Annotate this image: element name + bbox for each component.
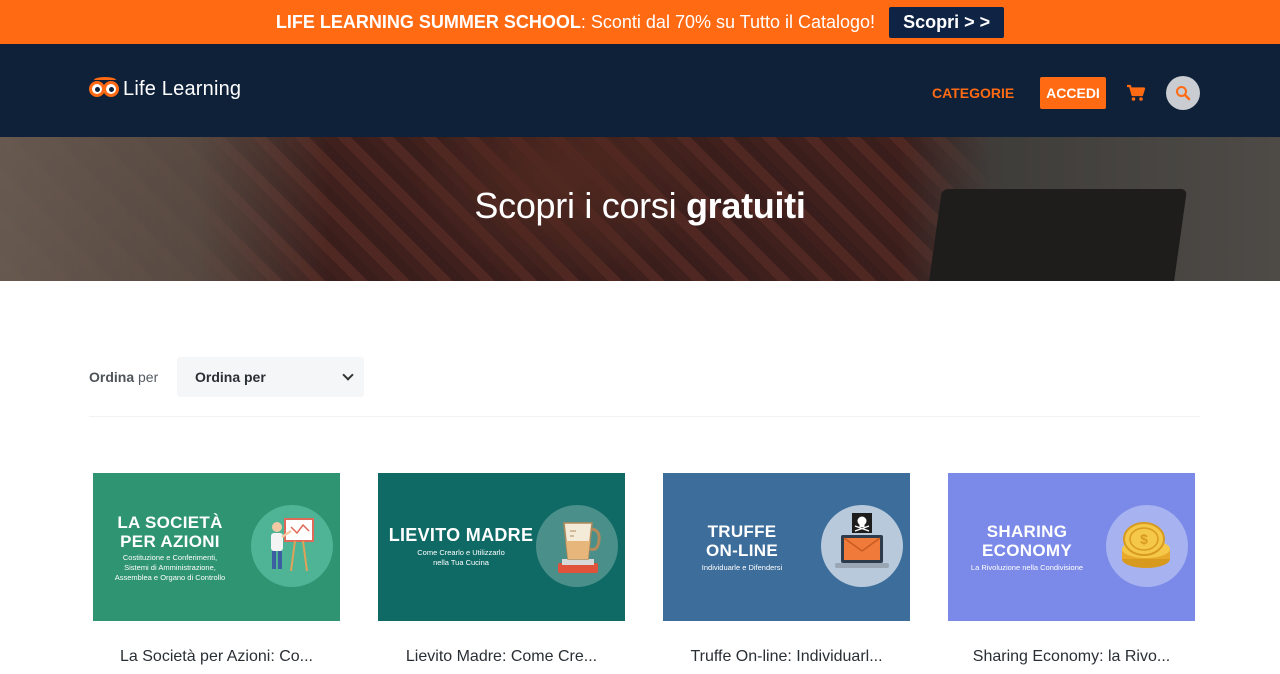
search-icon (1176, 86, 1191, 101)
promo-title: LIFE LEARNING SUMMER SCHOOL (275, 11, 581, 32)
shopping-cart-icon[interactable] (1126, 84, 1146, 102)
course-thumbnail[interactable]: LA SOCIETÀ PER AZIONI Costituzione e Con… (93, 473, 340, 621)
thumbnail-subtitle: La Rivoluzione nella Condivisione (970, 563, 1084, 572)
thumbnail-title: TRUFFE ON-LINE (706, 522, 778, 560)
course-thumbnail[interactable]: SHARING ECONOMY La Rivoluzione nella Con… (948, 473, 1195, 621)
thumbnail-subtitle: Costituzione e Conferimenti, Sistemi di … (114, 553, 226, 582)
sort-select[interactable]: Ordina per (177, 357, 364, 397)
thumbnail-title: LIEVITO MADRE (388, 525, 534, 545)
login-button[interactable]: ACCEDI (1040, 77, 1106, 109)
site-header: Life Learning CATEGORIE ACCEDI (0, 44, 1280, 137)
promo-discover-button[interactable]: Scopri > > (889, 6, 1005, 38)
course-thumbnail[interactable]: LIEVITO MADRE Come Crearlo e Utilizzarlo… (378, 473, 625, 621)
course-title[interactable]: La Società per Azioni: Co... (93, 648, 340, 666)
promo-message: : Sconti dal 70% su Tutto il Catalogo! (580, 11, 876, 32)
course-thumbnail[interactable]: TRUFFE ON-LINE Individuarle e Difendersi (663, 473, 910, 621)
svg-text:$: $ (1140, 531, 1148, 547)
hero-title: Scopri i corsi gratuiti (0, 185, 1280, 227)
coins-icon: $ (1106, 505, 1188, 587)
thumbnail-subtitle: Come Crearlo e Utilizzarlo nella Tua Cuc… (417, 548, 505, 567)
chevron-down-icon (342, 369, 354, 381)
course-card[interactable]: LIEVITO MADRE Come Crearlo e Utilizzarlo… (378, 473, 625, 665)
course-title[interactable]: Lievito Madre: Come Cre... (378, 648, 625, 666)
presentation-icon (251, 505, 333, 587)
course-title[interactable]: Truffe On-line: Individuarl... (663, 648, 910, 666)
sort-label: Ordina per (89, 369, 159, 385)
course-card[interactable]: SHARING ECONOMY La Rivoluzione nella Con… (948, 473, 1195, 665)
sort-selected-value: Ordina per (195, 369, 266, 385)
thumbnail-title: LA SOCIETÀ PER AZIONI (117, 513, 223, 551)
course-card[interactable]: LA SOCIETÀ PER AZIONI Costituzione e Con… (93, 473, 340, 665)
divider (89, 416, 1200, 417)
promo-banner: LIFE LEARNING SUMMER SCHOOL: Sconti dal … (0, 0, 1280, 44)
thumbnail-title: SHARING ECONOMY (982, 522, 1072, 560)
course-card[interactable]: TRUFFE ON-LINE Individuarle e Difendersi… (663, 473, 910, 665)
owl-logo-icon (89, 77, 121, 101)
thumbnail-subtitle: Individuarle e Difendersi (701, 563, 783, 572)
nav-categories-link[interactable]: CATEGORIE (932, 85, 1014, 101)
logo-text: Life Learning (123, 77, 242, 100)
course-title[interactable]: Sharing Economy: la Rivo... (948, 648, 1195, 666)
site-logo[interactable]: Life Learning (89, 77, 241, 101)
hero-title-light: Scopri i corsi (474, 185, 686, 226)
promo-text: LIFE LEARNING SUMMER SCHOOL: Sconti dal … (276, 12, 875, 33)
hero-title-bold: gratuiti (685, 185, 806, 226)
laptop-pirate-icon (821, 505, 903, 587)
search-button[interactable] (1166, 76, 1200, 110)
measuring-cup-icon (536, 505, 618, 587)
hero-banner: Scopri i corsi gratuiti (0, 137, 1280, 281)
